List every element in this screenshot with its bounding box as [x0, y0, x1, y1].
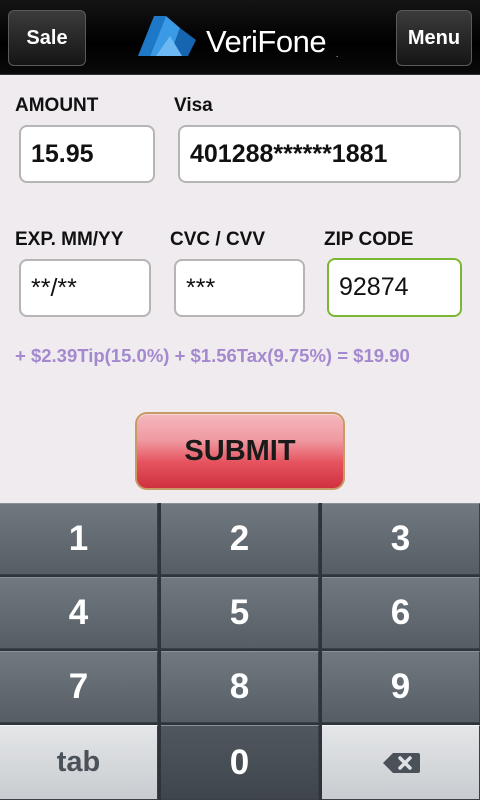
key-2[interactable]: 2 — [161, 503, 319, 575]
key-4[interactable]: 4 — [0, 577, 158, 649]
tab-key[interactable]: tab — [0, 725, 158, 800]
key-6[interactable]: 6 — [322, 577, 480, 649]
key-3[interactable]: 3 — [322, 503, 480, 575]
amount-field[interactable]: 15.95 — [19, 125, 155, 183]
key-8[interactable]: 8 — [161, 651, 319, 723]
backspace-icon — [382, 752, 420, 773]
card-type-label: Visa — [174, 95, 213, 116]
sale-button[interactable]: Sale — [8, 10, 86, 66]
key-5[interactable]: 5 — [161, 577, 319, 649]
expiry-label: EXP. MM/YY — [15, 229, 124, 250]
key-0[interactable]: 0 — [161, 725, 319, 800]
header-bar: Sale VeriFone . Menu — [0, 0, 480, 75]
cvc-field[interactable]: *** — [174, 259, 305, 317]
total-summary: + $2.39Tip(15.0%) + $1.56Tax(9.75%) = $1… — [15, 345, 410, 366]
submit-button[interactable]: SUBMIT — [135, 412, 345, 490]
logo-text: VeriFone — [206, 24, 327, 59]
zip-code-field[interactable]: 92874 — [327, 258, 462, 317]
amount-label: AMOUNT — [15, 95, 99, 116]
numeric-keypad: 1 2 3 4 5 6 7 8 9 tab 0 — [0, 503, 480, 800]
cvc-label: CVC / CVV — [170, 229, 266, 250]
card-number-field[interactable]: 401288******1881 — [178, 125, 461, 183]
key-9[interactable]: 9 — [322, 651, 480, 723]
menu-button[interactable]: Menu — [396, 10, 472, 66]
zip-label: ZIP CODE — [324, 229, 414, 250]
logo-mark: . — [336, 50, 339, 59]
key-1[interactable]: 1 — [0, 503, 158, 575]
backspace-key[interactable] — [322, 725, 480, 800]
key-7[interactable]: 7 — [0, 651, 158, 723]
verifone-logo: VeriFone . — [136, 10, 344, 66]
expiry-field[interactable]: **/** — [19, 259, 151, 317]
verifone-logo-mark-icon — [138, 16, 196, 56]
